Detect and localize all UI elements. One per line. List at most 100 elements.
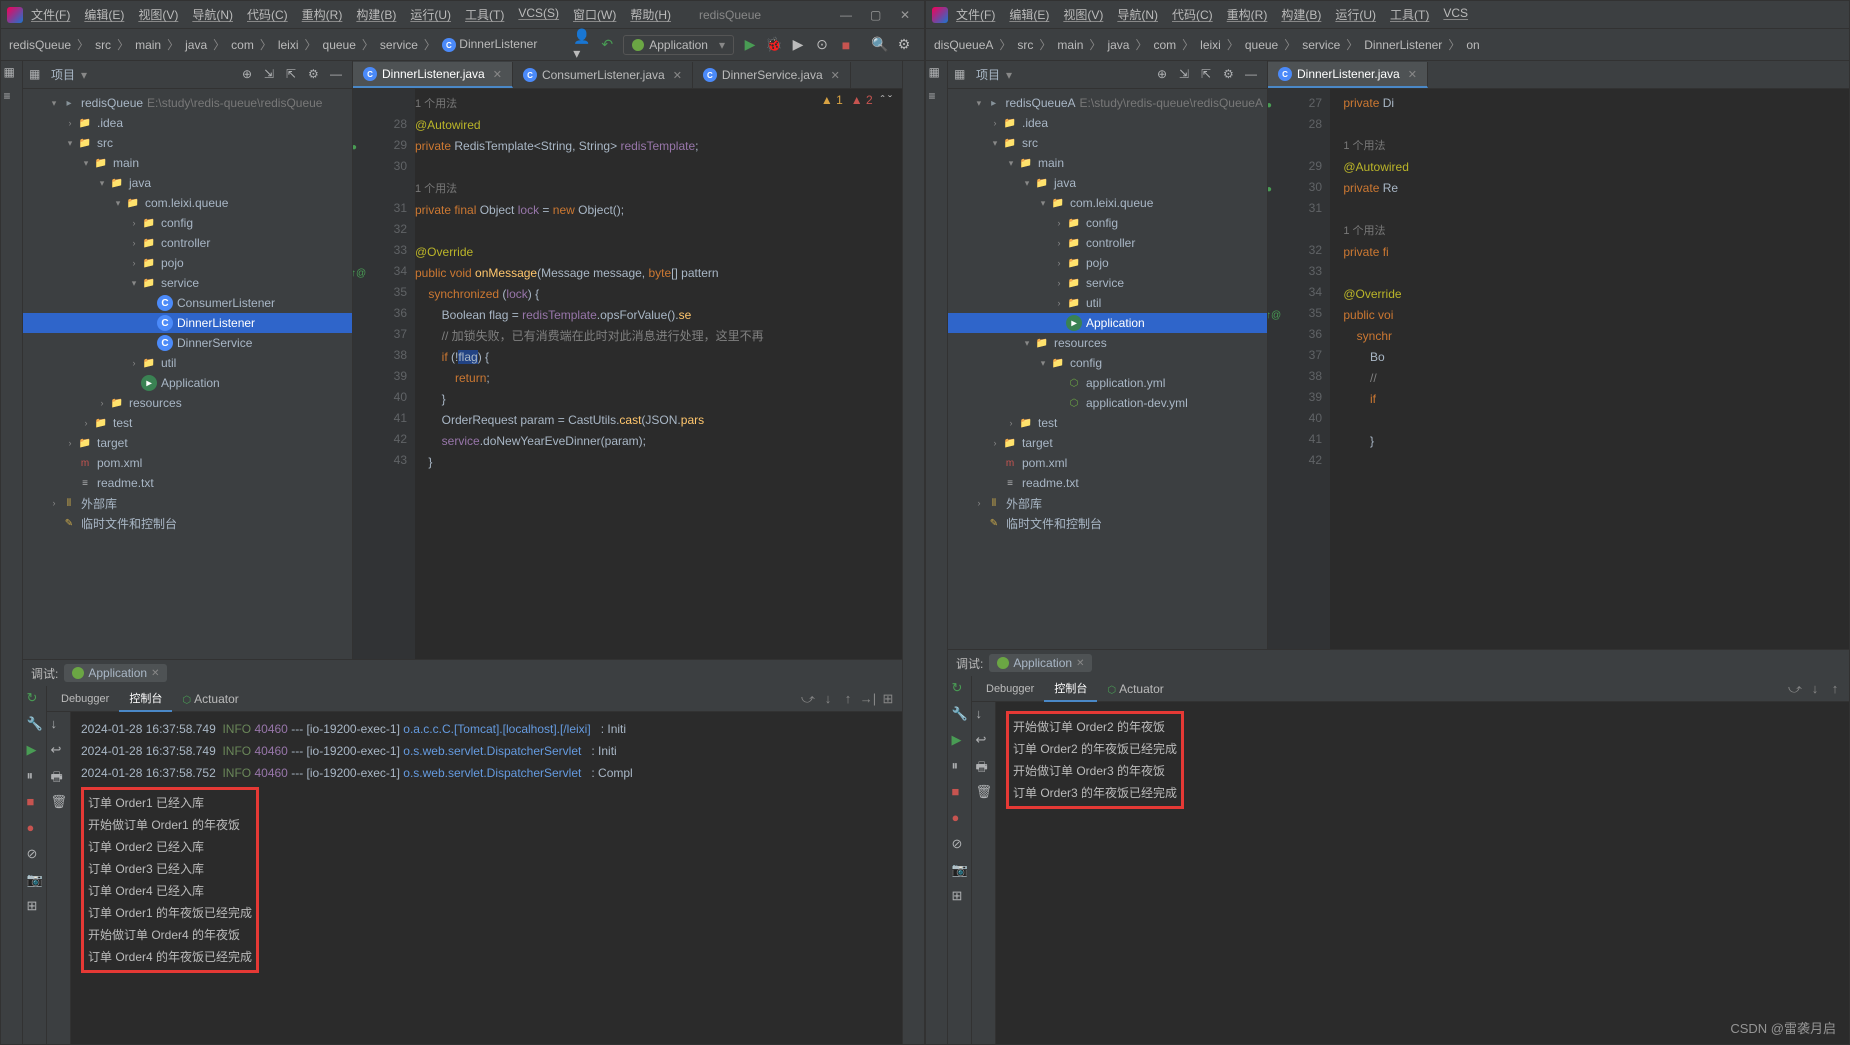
left-tool-strip[interactable]: ▦ ≡ — [1, 61, 23, 1044]
breadcrumb-item[interactable]: queue — [1245, 38, 1278, 52]
menu-item[interactable]: 导航(N) — [192, 6, 233, 23]
tree-node[interactable]: ▾📁resources — [948, 333, 1267, 353]
tree-node[interactable]: ▾📁java — [948, 173, 1267, 193]
menu-item[interactable]: 视图(V) — [1063, 6, 1103, 23]
left-tool-strip[interactable]: ▦ ≡ — [926, 61, 948, 1044]
collapse-icon[interactable]: ⇱ — [1201, 67, 1217, 83]
settings-icon[interactable]: ⚙ — [894, 35, 914, 55]
tree-node[interactable]: ›📁controller — [23, 233, 352, 253]
expand-icon[interactable]: ⇲ — [1179, 67, 1195, 83]
editor-tabs[interactable]: CDinnerListener.java✕ — [1268, 61, 1849, 89]
tree-node[interactable]: ›⫴外部库 — [23, 493, 352, 513]
menu-item[interactable]: 代码(C) — [1172, 6, 1213, 23]
editor-tab[interactable]: CConsumerListener.java✕ — [513, 62, 693, 88]
tree-node[interactable]: ›📁config — [948, 213, 1267, 233]
project-tool-icon[interactable]: ▦ — [929, 65, 945, 81]
console-output[interactable]: 2024-01-28 16:37:58.749 INFO 40460 --- [… — [71, 712, 902, 1044]
tree-node[interactable]: CConsumerListener — [23, 293, 352, 313]
breadcrumb-item[interactable]: java — [1107, 38, 1129, 52]
run-config-selector[interactable]: Application▾ — [623, 35, 734, 55]
debug-icon[interactable]: 🐞 — [764, 35, 784, 55]
tree-node[interactable]: CDinnerListener — [23, 313, 352, 333]
tree-node[interactable]: ▾▸redisQueueAE:\study\redis-queue\redisQ… — [948, 93, 1267, 113]
tree-node[interactable]: ›📁target — [23, 433, 352, 453]
breadcrumb-item[interactable]: main — [135, 38, 161, 52]
breadcrumb[interactable]: redisQueue〉src〉main〉java〉com〉leixi〉queue… — [9, 36, 537, 53]
stop-icon[interactable]: ■ — [952, 784, 968, 800]
structure-tool-icon[interactable]: ≡ — [4, 89, 20, 105]
tree-node[interactable]: CDinnerService — [23, 333, 352, 353]
menu-item[interactable]: 文件(F) — [31, 6, 70, 23]
breadcrumb-item[interactable]: main — [1057, 38, 1083, 52]
tab-console[interactable]: 控制台 — [1044, 676, 1097, 702]
editor-tab[interactable]: CDinnerService.java✕ — [693, 62, 851, 88]
menu-item[interactable]: 导航(N) — [1117, 6, 1158, 23]
resume-icon[interactable]: ▶ — [27, 742, 43, 758]
settings-icon[interactable]: ⚙ — [308, 67, 324, 83]
step-into-icon[interactable]: ↓ — [1805, 681, 1825, 696]
tree-node[interactable]: ›📁.idea — [948, 113, 1267, 133]
debug-subtabs[interactable]: Debugger 控制台 ⬡Actuator ⤻ ↓ ↑ — [972, 676, 1849, 702]
right-tool-strip[interactable] — [902, 61, 924, 1044]
hide-icon[interactable]: — — [1245, 67, 1261, 83]
clear-icon[interactable]: 🗑 — [976, 784, 992, 800]
editor-tabs[interactable]: CDinnerListener.java✕CConsumerListener.j… — [353, 61, 902, 89]
tree-node[interactable]: ▾📁src — [948, 133, 1267, 153]
user-icon[interactable]: 👤▾ — [573, 35, 593, 55]
menu-item[interactable]: 重构(R) — [1227, 6, 1268, 23]
tree-node[interactable]: ›📁test — [23, 413, 352, 433]
tree-node[interactable]: ›📁.idea — [23, 113, 352, 133]
collapse-icon[interactable]: ⇱ — [286, 67, 302, 83]
breadcrumb-item[interactable]: DinnerListener — [1364, 38, 1442, 52]
tree-node[interactable]: ›📁util — [23, 353, 352, 373]
scroll-icon[interactable]: ↓ — [976, 706, 992, 722]
step-over-icon[interactable]: ⤻ — [1785, 681, 1805, 697]
search-icon[interactable]: 🔍 — [870, 35, 890, 55]
tree-node[interactable]: ›📁target — [948, 433, 1267, 453]
print-icon[interactable]: 🖶 — [51, 768, 67, 784]
breadcrumb-item[interactable]: src — [1017, 38, 1033, 52]
main-menu[interactable]: 文件(F)编辑(E)视图(V)导航(N)代码(C)重构(R)构建(B)运行(U)… — [31, 6, 671, 23]
resume-icon[interactable]: ▶ — [952, 732, 968, 748]
tree-node[interactable]: ⬡application-dev.yml — [948, 393, 1267, 413]
breadcrumb-item[interactable]: C DinnerListener — [442, 37, 537, 53]
breadcrumb-item[interactable]: leixi — [1200, 38, 1221, 52]
project-tree[interactable]: ▾▸redisQueueAE:\study\redis-queue\redisQ… — [948, 89, 1267, 649]
wrench-icon[interactable]: 🔧 — [952, 706, 968, 722]
tree-node[interactable]: ≡readme.txt — [948, 473, 1267, 493]
debug-toolbar[interactable]: ↻ 🔧 ▶ ⏸ ■ ● ⊘ 📷 ⊞ — [948, 676, 972, 1044]
tab-actuator[interactable]: ⬡Actuator — [172, 688, 248, 710]
layout-icon[interactable]: ⊞ — [27, 898, 43, 914]
menu-item[interactable]: 视图(V) — [138, 6, 178, 23]
layout-icon[interactable]: ⊞ — [952, 888, 968, 904]
menu-item[interactable]: 构建(B) — [1281, 6, 1321, 23]
tab-debugger[interactable]: Debugger — [51, 689, 119, 709]
breadcrumb-item[interactable]: leixi — [278, 38, 299, 52]
locate-icon[interactable]: ⊕ — [1157, 67, 1173, 83]
menu-item[interactable]: 运行(U) — [410, 6, 451, 23]
camera-icon[interactable]: 📷 — [952, 862, 968, 878]
menu-item[interactable]: 重构(R) — [302, 6, 343, 23]
tree-node[interactable]: ›📁pojo — [948, 253, 1267, 273]
step-into-icon[interactable]: ↓ — [818, 691, 838, 706]
tree-node[interactable]: ▸Application — [23, 373, 352, 393]
debug-config-tab[interactable]: Application✕ — [989, 654, 1092, 672]
console-output[interactable]: 开始做订单 Order2 的年夜饭订单 Order2 的年夜饭已经完成开始做订单… — [996, 702, 1849, 1044]
breadcrumb-item[interactable]: service — [1302, 38, 1340, 52]
menu-item[interactable]: 运行(U) — [1335, 6, 1376, 23]
minimize-icon[interactable]: — — [840, 8, 854, 22]
menu-item[interactable]: 窗口(W) — [573, 6, 616, 23]
close-tab-icon[interactable]: ✕ — [673, 69, 682, 82]
tree-node[interactable]: ›📁util — [948, 293, 1267, 313]
structure-tool-icon[interactable]: ≡ — [929, 89, 945, 105]
tree-node[interactable]: ▸Application — [948, 313, 1267, 333]
project-tree[interactable]: ▾▸redisQueueE:\study\redis-queue\redisQu… — [23, 89, 352, 659]
menu-item[interactable]: 编辑(E) — [84, 6, 124, 23]
breadcrumb-item[interactable]: service — [380, 38, 418, 52]
tree-node[interactable]: ▾📁config — [948, 353, 1267, 373]
run-to-cursor-icon[interactable]: →| — [858, 691, 878, 706]
tree-node[interactable]: ▾📁src — [23, 133, 352, 153]
rerun-icon[interactable]: ↻ — [27, 690, 43, 706]
inspection-widget[interactable]: ▲ 1 ▲ 2 ˆ ˇ — [821, 93, 892, 107]
back-icon[interactable]: ↶ — [597, 35, 617, 55]
